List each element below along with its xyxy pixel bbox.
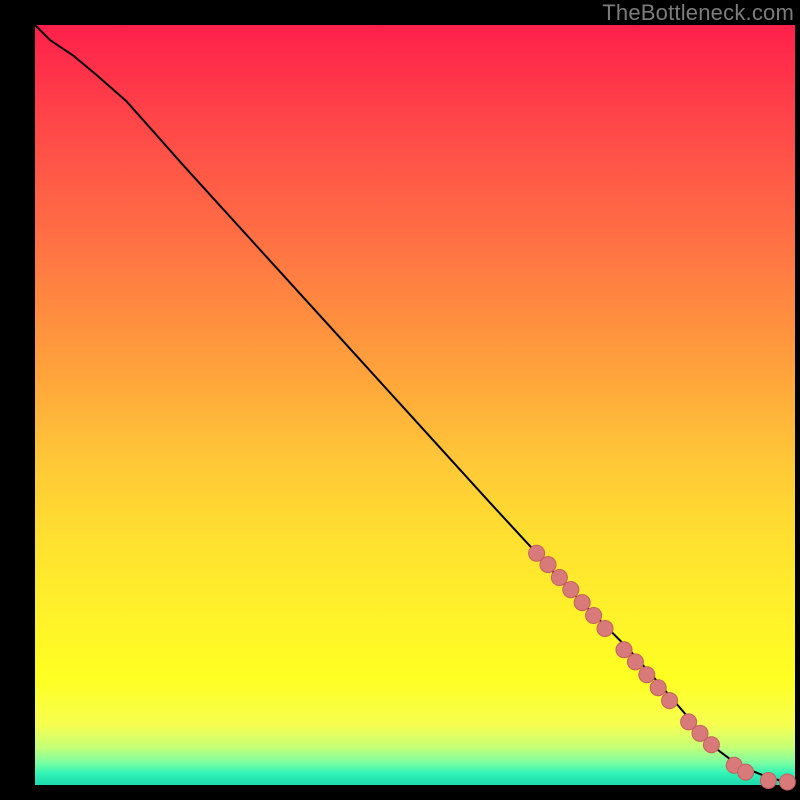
chart-frame: TheBottleneck.com (0, 0, 800, 800)
curve-marker (597, 620, 613, 636)
curve-marker (563, 582, 579, 598)
curve-marker (760, 772, 776, 788)
curve-marker (779, 774, 795, 790)
curve-marker (540, 557, 556, 573)
curve-marker (574, 595, 590, 611)
curve-line (35, 25, 795, 782)
curve-marker (586, 608, 602, 624)
curve-marker (627, 654, 643, 670)
curve-marker (551, 570, 567, 586)
curve-marker (650, 680, 666, 696)
plot-area (35, 25, 795, 785)
curve-marker (616, 642, 632, 658)
chart-svg (35, 25, 795, 785)
curve-marker (639, 667, 655, 683)
curve-markers (529, 545, 796, 790)
curve-marker (662, 693, 678, 709)
curve-marker (703, 737, 719, 753)
watermark-text: TheBottleneck.com (602, 0, 794, 26)
curve-marker (738, 764, 754, 780)
